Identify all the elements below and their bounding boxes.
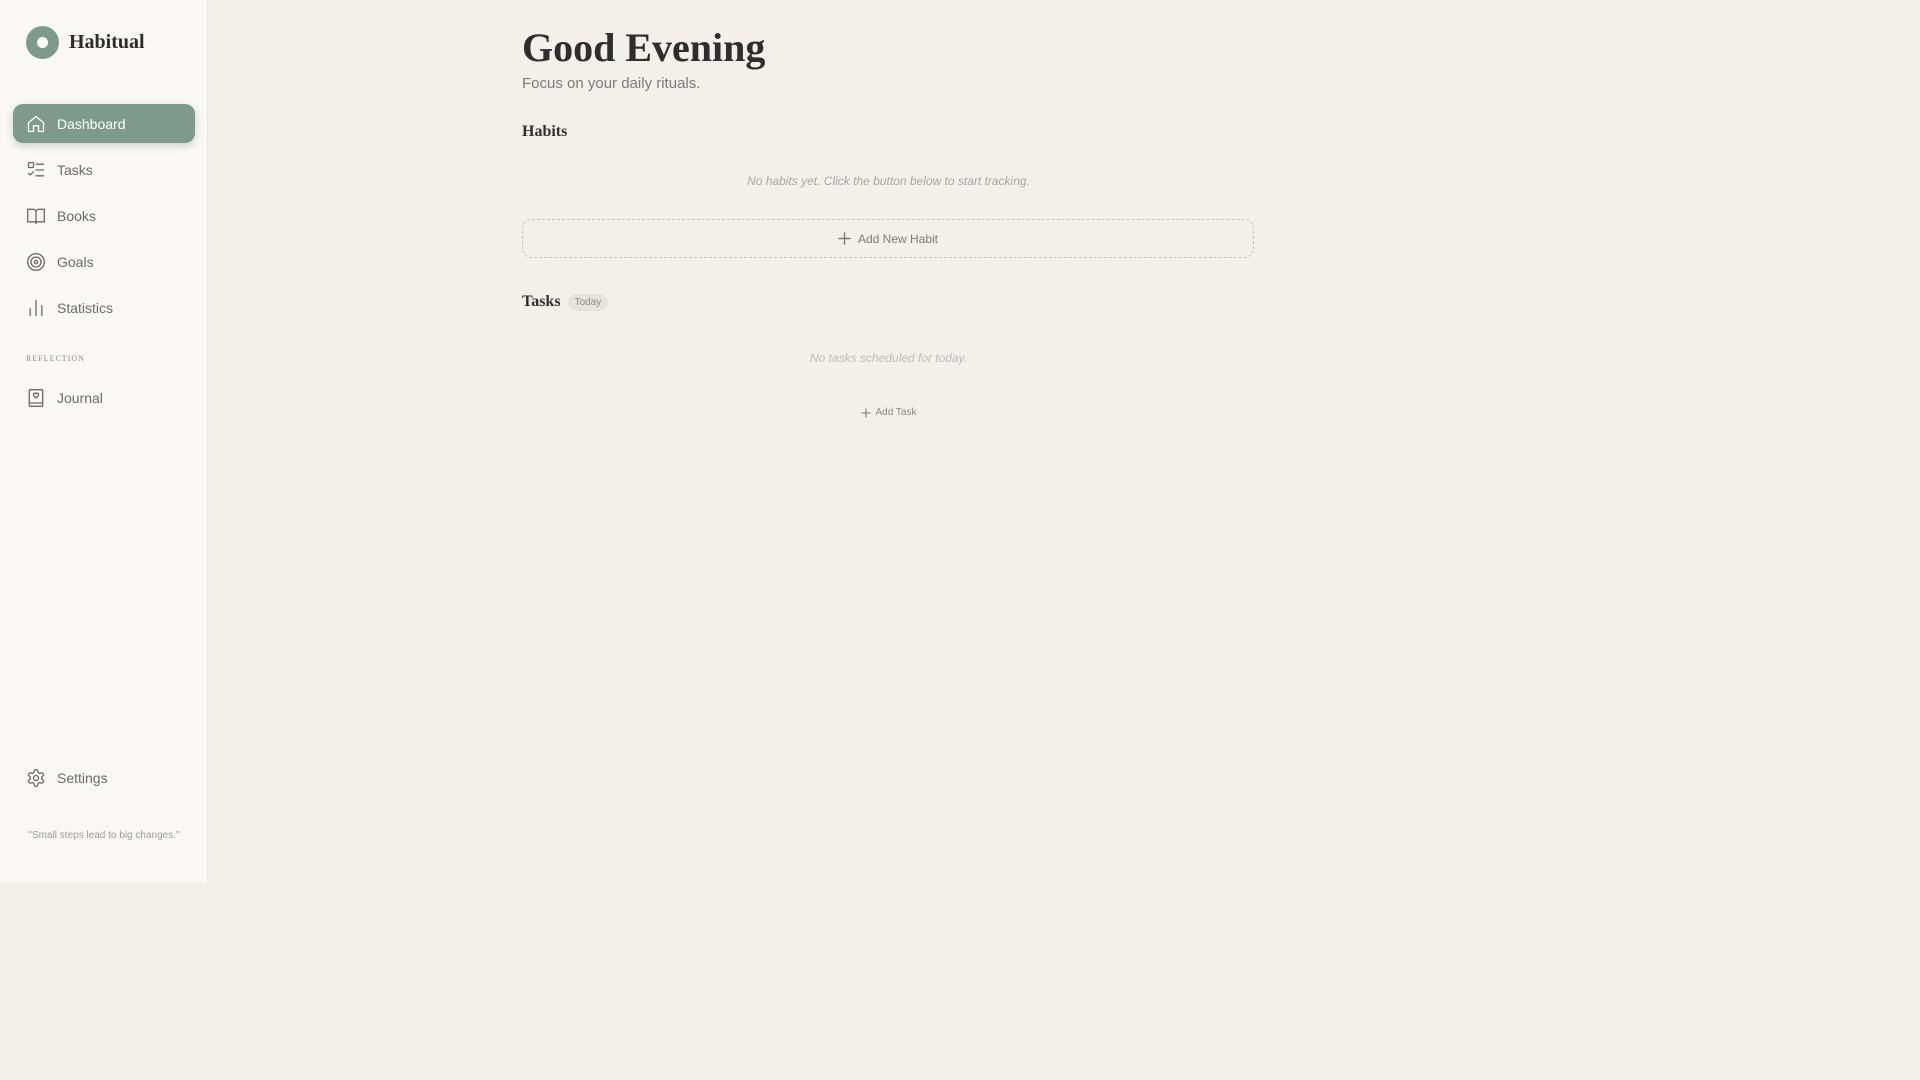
sidebar-item-statistics[interactable]: Statistics bbox=[13, 288, 195, 327]
add-task-button[interactable]: Add Task bbox=[522, 407, 1255, 418]
sidebar-item-books[interactable]: Books bbox=[13, 196, 195, 235]
reflection-nav: Journal bbox=[13, 378, 195, 424]
sidebar-item-label: Dashboard bbox=[57, 115, 126, 132]
tasks-heading: Tasks bbox=[522, 293, 561, 310]
add-habit-button[interactable]: Add New Habit bbox=[522, 219, 1254, 258]
checklist-icon bbox=[27, 161, 45, 176]
tasks-empty-state: No tasks scheduled for today. bbox=[809, 351, 968, 365]
plus-icon bbox=[838, 232, 851, 245]
journal-icon bbox=[28, 388, 44, 407]
logo-icon bbox=[26, 26, 59, 59]
page-title: Good Evening bbox=[522, 25, 766, 70]
add-task-label: Add Task bbox=[875, 407, 917, 418]
sidebar-item-dashboard[interactable]: Dashboard bbox=[13, 104, 195, 143]
sidebar-item-tasks[interactable]: Tasks bbox=[13, 150, 195, 189]
page-subtitle: Focus on your daily rituals. bbox=[522, 75, 701, 92]
book-open-icon bbox=[27, 208, 45, 224]
app-name: Habitual bbox=[69, 31, 145, 53]
sidebar-item-settings[interactable]: Settings bbox=[13, 758, 195, 797]
sidebar-item-label: Settings bbox=[57, 769, 108, 786]
target-icon bbox=[27, 252, 45, 271]
sidebar-item-label: Tasks bbox=[57, 161, 93, 178]
home-icon bbox=[27, 115, 45, 132]
today-badge: Today bbox=[567, 293, 609, 311]
gear-icon bbox=[27, 768, 45, 787]
sidebar-item-goals[interactable]: Goals bbox=[13, 242, 195, 281]
main-nav: Dashboard Tasks Books Goals Statistics bbox=[13, 104, 195, 334]
footer-nav: Settings bbox=[13, 758, 195, 804]
sidebar-quote: "Small steps lead to big changes." bbox=[28, 830, 180, 841]
tasks-header: Tasks Today bbox=[522, 293, 609, 311]
sidebar-item-journal[interactable]: Journal bbox=[13, 378, 195, 417]
bar-chart-icon bbox=[29, 299, 43, 316]
habits-heading: Habits bbox=[522, 123, 568, 140]
habits-empty-state: No habits yet. Click the button below to… bbox=[747, 174, 1030, 188]
sidebar-item-label: Journal bbox=[57, 389, 103, 406]
sidebar-item-label: Statistics bbox=[57, 299, 114, 316]
section-label-reflection: REFLECTION bbox=[26, 354, 85, 363]
plus-icon bbox=[860, 407, 871, 418]
sidebar: Habitual Dashboard Tasks Books Goals Sta… bbox=[0, 0, 208, 882]
brand[interactable]: Habitual bbox=[26, 26, 145, 59]
add-habit-label: Add New Habit bbox=[857, 231, 939, 246]
sidebar-item-label: Books bbox=[57, 207, 96, 224]
sidebar-item-label: Goals bbox=[57, 253, 94, 270]
